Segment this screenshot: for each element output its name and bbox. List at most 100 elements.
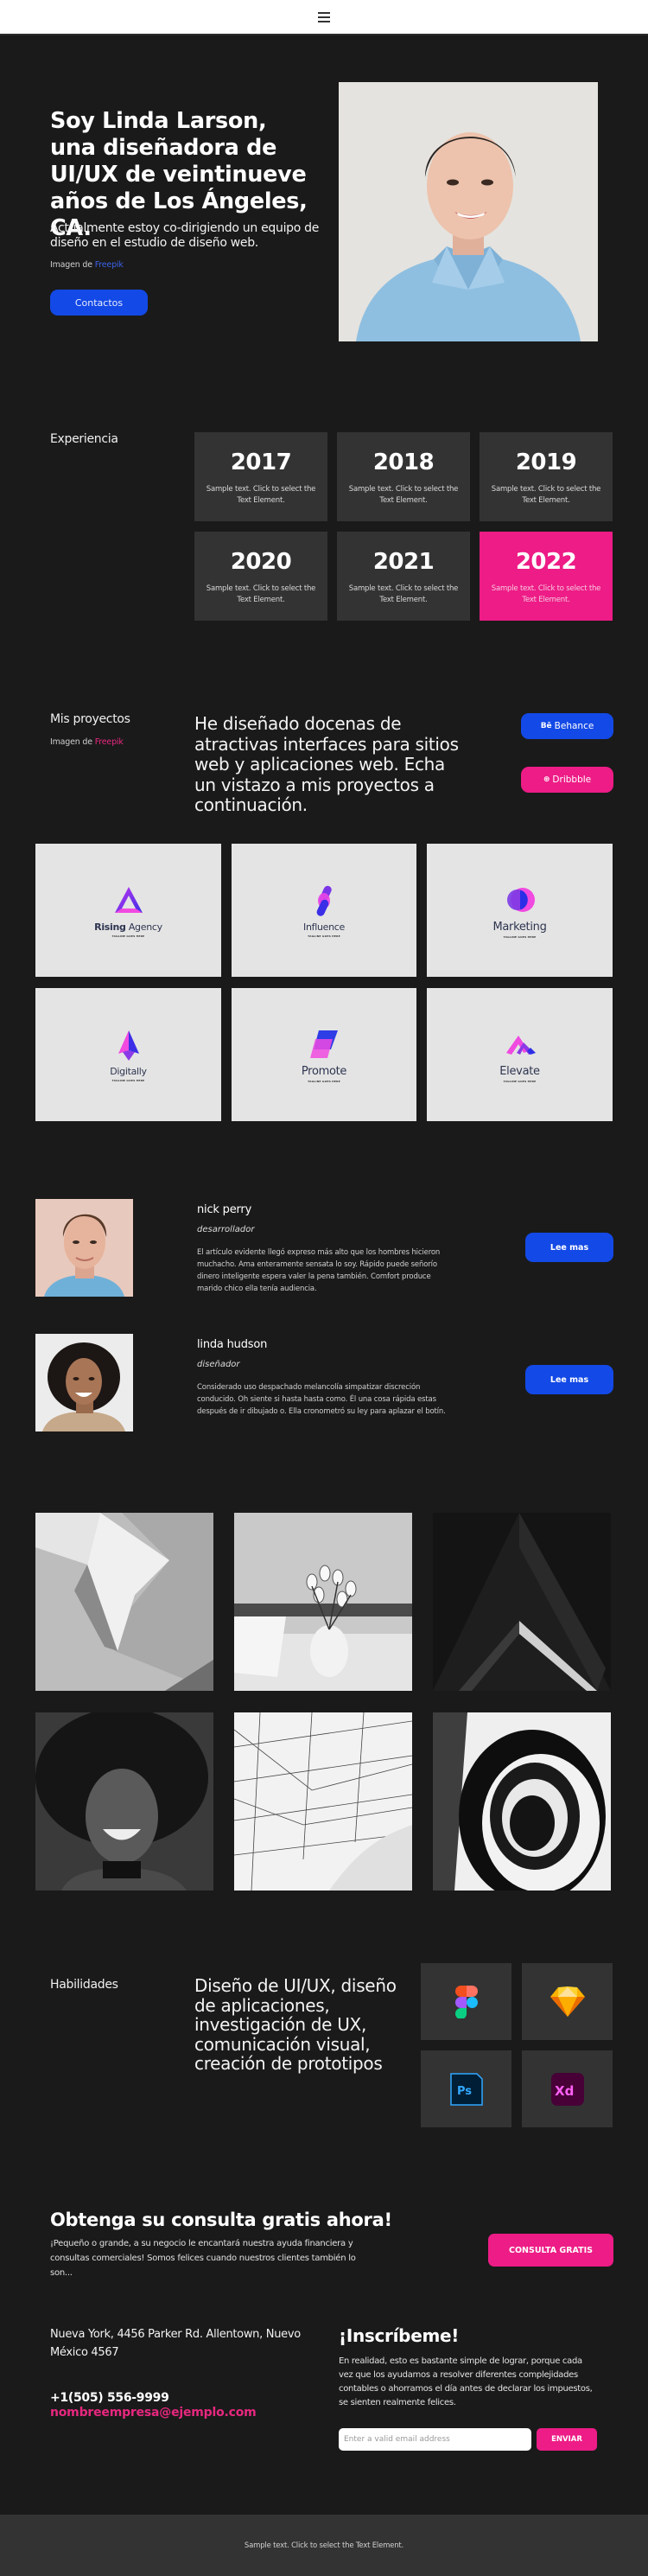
projects-label: Mis proyectos: [50, 712, 130, 726]
hero-image-credit: Imagen de Freepik: [50, 260, 124, 270]
member-role: diseñador: [197, 1360, 240, 1369]
logo-tagline: TAGLINE GOES HERE: [308, 934, 340, 938]
free-consultation-button[interactable]: CONSULTA GRATIS: [488, 2234, 613, 2267]
experience-year: 2018: [372, 450, 435, 475]
experience-year: 2022: [515, 549, 577, 575]
contact-button[interactable]: Contactos: [50, 290, 148, 316]
experience-card: 2020 Sample text. Click to select the Te…: [194, 532, 327, 621]
top-header: [0, 0, 648, 35]
circle-logo-icon: [506, 887, 535, 912]
skill-tile-photoshop: Ps: [421, 2050, 511, 2127]
footer: Sample text. Click to select the Text El…: [0, 2515, 648, 2576]
hamburger-menu-icon[interactable]: [318, 12, 330, 22]
logo-name: Promote: [301, 1064, 347, 1078]
experience-year: 2020: [230, 549, 292, 575]
experience-text: Sample text. Click to select the Text El…: [206, 485, 316, 505]
woman-portrait-image: [35, 1334, 133, 1431]
project-card-rising-agency[interactable]: Rising Agency TAGLINE GOES HERE: [35, 844, 221, 977]
experience-text: Sample text. Click to select the Text El…: [348, 584, 459, 604]
adobe-xd-icon: Xd: [550, 2072, 584, 2106]
skill-tile-figma: [421, 1963, 511, 2040]
address: Nueva York, 4456 Parker Rd. Allentown, N…: [50, 2328, 301, 2359]
skills-label: Habilidades: [50, 1978, 118, 1992]
cta-text: ¡Pequeño o grande, a su negocio le encan…: [50, 2239, 356, 2278]
dribbble-label: Dribbble: [552, 775, 592, 785]
project-card-promote[interactable]: Promote TAGLINE GOES HERE: [232, 988, 416, 1121]
experience-grid: 2017 Sample text. Click to select the Te…: [194, 432, 613, 621]
man-portrait-image: [35, 1199, 133, 1297]
experience-card-highlighted: 2022 Sample text. Click to select the Te…: [480, 532, 613, 621]
gallery-image-abstract-architecture[interactable]: [35, 1513, 213, 1691]
experience-text: Sample text. Click to select the Text El…: [491, 584, 601, 604]
gallery-image-geometric-ceiling[interactable]: [234, 1712, 412, 1891]
member-bio: Considerado uso despachado melancolía si…: [197, 1383, 446, 1416]
photo-gallery: [35, 1513, 611, 1891]
parallelogram-logo-icon: [310, 1030, 338, 1058]
gallery-image-dark-building[interactable]: [433, 1513, 611, 1691]
gallery-image-smiling-woman[interactable]: [35, 1712, 213, 1891]
mountain-logo-icon: [505, 1035, 536, 1055]
triangle-logo-icon: [114, 886, 143, 913]
sketch-icon: [550, 1986, 585, 2017]
hero-portrait-photo: [339, 82, 598, 341]
projects-description: He diseñado docenas de atractivas interf…: [194, 713, 459, 815]
experience-text: Sample text. Click to select the Text El…: [491, 485, 601, 505]
credit-prefix: Imagen de: [50, 737, 92, 747]
logo-tagline: TAGLINE GOES HERE: [503, 934, 537, 939]
logo-tagline: TAGLINE GOES HERE: [111, 934, 145, 938]
member-photo: [35, 1334, 133, 1431]
behance-icon: Bē: [540, 722, 552, 730]
signup-text: En realidad, esto es bastante simple de …: [339, 2356, 593, 2407]
logo-name: Marketing: [492, 920, 547, 934]
member-role: desarrollador: [197, 1225, 255, 1234]
skill-tile-adobe-xd: Xd: [522, 2050, 613, 2127]
project-card-marketing[interactable]: Marketing TAGLINE GOES HERE: [427, 844, 613, 977]
project-card-influence[interactable]: Influence TAGLINE GOES HERE: [232, 844, 416, 977]
read-more-button[interactable]: Lee mas: [525, 1233, 613, 1262]
experience-year: 2021: [372, 549, 435, 575]
photoshop-icon: Ps: [449, 2072, 483, 2106]
gallery-image-spiral-staircase[interactable]: [433, 1712, 611, 1891]
skill-tile-sketch: [522, 1963, 613, 2040]
logo-name: Rising Agency: [94, 921, 162, 933]
project-card-digitally[interactable]: Digitally TAGLINE GOES HERE: [35, 988, 221, 1121]
svg-text:Xd: Xd: [555, 2083, 574, 2099]
projects-image-credit: Imagen de Freepik: [50, 737, 124, 747]
behance-button[interactable]: Bē Behance: [521, 713, 613, 739]
cta-title: Obtenga su consulta gratis ahora!: [50, 2209, 392, 2230]
member-photo: [35, 1199, 133, 1297]
portrait-image: [339, 82, 598, 341]
email-input[interactable]: [339, 2428, 531, 2451]
experience-year: 2017: [230, 450, 292, 475]
experience-card: 2017 Sample text. Click to select the Te…: [194, 432, 327, 521]
email-link[interactable]: nombreempresa@ejemplo.com: [50, 2406, 257, 2420]
team-member: linda hudson diseñador Considerado uso d…: [35, 1334, 613, 1433]
experience-text: Sample text. Click to select the Text El…: [348, 485, 459, 505]
send-button[interactable]: ENVIAR: [537, 2428, 597, 2451]
logo-name: Elevate: [499, 1064, 540, 1078]
logo-tagline: TAGLINE GOES HERE: [111, 1078, 145, 1082]
experience-card: 2019 Sample text. Click to select the Te…: [480, 432, 613, 521]
logo-tagline: TAGLINE GOES HERE: [503, 1079, 537, 1083]
experience-card: 2021 Sample text. Click to select the Te…: [337, 532, 470, 621]
logo-tagline: TAGLINE GOES HERE: [308, 1079, 340, 1083]
dribbble-button[interactable]: ⊛ Dribbble: [521, 767, 613, 793]
freepik-link[interactable]: Freepik: [95, 737, 124, 747]
project-logo-grid: Rising Agency TAGLINE GOES HERE Influenc…: [35, 844, 613, 1121]
dribbble-icon: ⊛: [543, 775, 550, 784]
project-card-elevate[interactable]: Elevate TAGLINE GOES HERE: [427, 988, 613, 1121]
figma-icon: [454, 1985, 478, 2018]
member-name: nick perry: [197, 1203, 252, 1216]
experience-year: 2019: [515, 450, 577, 475]
skills-description: Diseño de UI/UX, diseño de aplicaciones,…: [194, 1975, 397, 2074]
logo-name: Influence: [303, 921, 345, 933]
gallery-image-tulips-laptop[interactable]: [234, 1513, 412, 1691]
freepik-link[interactable]: Freepik: [95, 260, 124, 270]
read-more-button[interactable]: Lee mas: [525, 1365, 613, 1394]
member-name: linda hudson: [197, 1338, 268, 1351]
member-bio: El artículo evidente llegó expreso más a…: [197, 1248, 441, 1293]
team-member: nick perry desarrollador El artículo evi…: [35, 1199, 613, 1298]
experience-label: Experiencia: [50, 432, 118, 446]
signup-title: ¡Inscríbeme!: [339, 2325, 460, 2346]
pill-logo-icon: [316, 885, 332, 916]
